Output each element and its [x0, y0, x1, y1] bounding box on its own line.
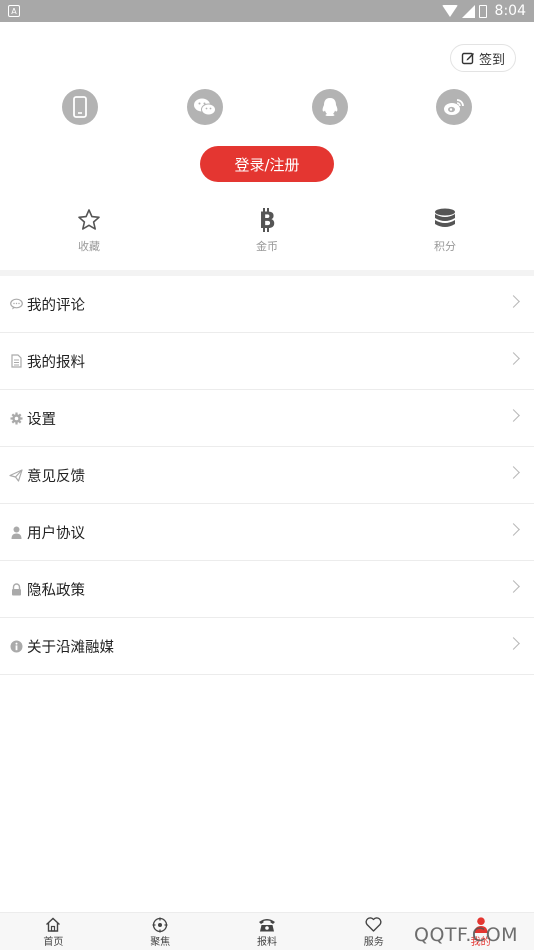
wechat-login-button[interactable] — [187, 89, 223, 125]
info-icon — [9, 639, 23, 653]
chevron-right-icon — [507, 352, 520, 365]
bitcoin-icon: B — [259, 208, 276, 232]
tab-label: 服务 — [363, 937, 384, 948]
lock-icon — [9, 582, 23, 596]
menu-item-feedback[interactable]: 意见反馈 — [0, 447, 534, 504]
watermark: QQTF.COM — [414, 924, 519, 946]
menu-item-label: 意见反馈 — [27, 468, 85, 485]
tab-report[interactable]: 报料 — [214, 913, 321, 950]
login-register-button[interactable]: 登录/注册 — [200, 146, 334, 182]
menu-item-my-reports[interactable]: 我的报料 — [0, 333, 534, 390]
chevron-right-icon — [507, 409, 520, 422]
phone-icon — [73, 96, 87, 118]
favorites-stat[interactable]: 收藏 — [59, 206, 119, 254]
weibo-icon — [444, 99, 464, 115]
focus-icon — [152, 916, 168, 933]
settings-menu: 我的评论 我的报料 设置 意见反馈 用户协议 隐私政策 关于沿滩融媒 — [0, 276, 534, 675]
tab-label: 首页 — [43, 937, 64, 948]
favorites-label: 收藏 — [78, 240, 100, 253]
menu-item-label: 我的报料 — [27, 354, 85, 371]
telephone-icon — [258, 916, 276, 933]
menu-item-label: 关于沿滩融媒 — [27, 639, 114, 656]
qq-login-button[interactable] — [312, 89, 348, 125]
weibo-login-button[interactable] — [436, 89, 472, 125]
edit-icon — [461, 52, 474, 65]
menu-item-about[interactable]: 关于沿滩融媒 — [0, 618, 534, 675]
star-icon — [78, 209, 100, 230]
signin-button[interactable]: 签到 — [450, 44, 516, 72]
heart-icon — [365, 916, 382, 933]
menu-item-my-comments[interactable]: 我的评论 — [0, 276, 534, 333]
wifi-icon — [441, 5, 458, 17]
coins-label: 金币 — [256, 240, 278, 253]
menu-item-user-agreement[interactable]: 用户协议 — [0, 504, 534, 561]
menu-item-privacy-policy[interactable]: 隐私政策 — [0, 561, 534, 618]
menu-item-label: 隐私政策 — [27, 582, 85, 599]
database-icon — [435, 208, 455, 227]
signin-label: 签到 — [478, 52, 505, 68]
chevron-right-icon — [507, 466, 520, 479]
chevron-right-icon — [507, 523, 520, 536]
chevron-right-icon — [507, 580, 520, 593]
user-icon — [9, 525, 23, 539]
tab-label: 报料 — [256, 937, 277, 948]
status-time: 8:04 — [494, 3, 526, 19]
chevron-right-icon — [507, 637, 520, 650]
comment-icon — [9, 297, 23, 311]
menu-item-label: 设置 — [27, 411, 56, 428]
tab-services[interactable]: 服务 — [320, 913, 427, 950]
tab-focus[interactable]: 聚焦 — [107, 913, 214, 950]
coins-stat[interactable]: B 金币 — [237, 206, 297, 254]
wechat-icon — [194, 98, 216, 116]
menu-item-label: 用户协议 — [27, 525, 85, 542]
paper-plane-icon — [9, 468, 23, 482]
gear-icon — [9, 411, 23, 425]
points-label: 积分 — [434, 240, 456, 253]
menu-item-settings[interactable]: 设置 — [0, 390, 534, 447]
home-icon — [45, 916, 61, 933]
status-bar: A 8:04 — [0, 0, 534, 22]
battery-icon — [478, 4, 487, 18]
tab-label: 聚焦 — [150, 937, 171, 948]
document-icon — [9, 354, 23, 368]
points-stat[interactable]: 积分 — [415, 206, 475, 254]
signal-icon — [461, 4, 475, 18]
notification-icon: A — [8, 5, 20, 17]
qq-icon — [322, 98, 338, 116]
chevron-right-icon — [507, 295, 520, 308]
phone-login-button[interactable] — [62, 89, 98, 125]
menu-item-label: 我的评论 — [27, 297, 85, 314]
profile-page: A 8:04 签到 登录/注册 收藏 B 金币 积分 我的评论 我的报料 设置 … — [0, 0, 534, 950]
tab-home[interactable]: 首页 — [0, 913, 107, 950]
